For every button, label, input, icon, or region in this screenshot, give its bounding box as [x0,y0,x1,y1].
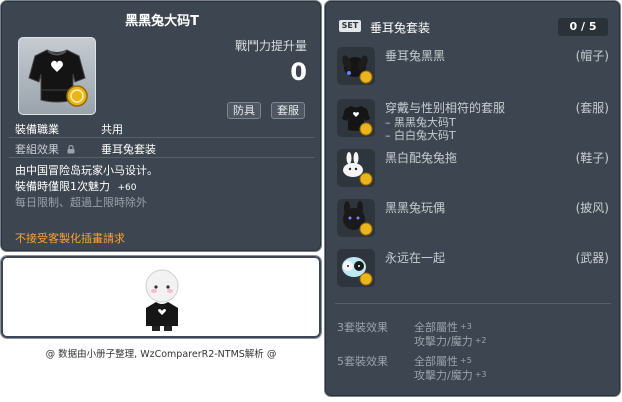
set-piece-cape: 黑黑兔玩偶 (披风) [337,197,617,237]
job-label: 裝備職業 [15,123,59,136]
weapon-icon [337,249,375,287]
divider [9,137,315,138]
set-piece-category: (武器) [575,251,609,265]
set-effect-stat-value: +3 [460,322,472,331]
set-count: 0 / 5 [558,18,608,36]
set-piece-name: 黑白配兔兔拖 [385,151,458,165]
set-piece-category: (帽子) [575,49,609,63]
item-tooltip-panel: 黑黑兔大码T 戰鬥力提升量 0 防具 套服 裝備職業 共用 套組效果 垂耳兔套装… [0,0,322,252]
set-effect-stat: 攻擊力/魔力 [414,335,473,348]
set-piece-shoes: 黑白配兔兔拖 (鞋子) [337,147,617,187]
set-effect-line: 攻擊力/魔力 +2 [414,333,487,349]
charm-bonus: +60 [117,183,137,193]
power-value: 0 [290,58,307,86]
power-label: 戰鬥力提升量 [234,39,307,53]
tag-armor: 防具 [227,102,261,119]
bunny-slipper-icon [337,149,375,187]
job-value: 共用 [101,123,123,136]
set-piece-hat: 垂耳兔黑黑 (帽子) [337,45,617,85]
set-name: 垂耳兔套装 [370,21,431,35]
shirt-icon [28,49,88,107]
set-total-count: / 5 [580,20,597,33]
set-row: 套組效果 垂耳兔套装 [15,141,156,157]
set-effect-label: 5套裝效果 [337,355,388,368]
set-info-panel: SET 垂耳兔套装 0 / 5 垂耳兔黑黑 (帽子) 穿戴与性别相符的套服 – … [324,0,621,397]
set-piece-name: 永远在一起 [385,251,446,265]
item-icon-frame [18,37,96,115]
character-avatar [145,269,179,331]
set-owned-count: 0 [569,20,578,33]
set-effect-stat-value: +3 [474,370,487,379]
customization-warning: 不接受客製化插畫請求 [15,232,125,245]
limit-line: 每日限制、超過上限時除外 [15,196,147,209]
tag-suit: 套服 [271,102,305,119]
set-piece-category: (鞋子) [575,151,609,165]
item-name: 黑黑兔大码T [125,14,199,29]
coin-icon [66,85,88,107]
set-piece-weapon: 永远在一起 (武器) [337,247,617,287]
set-badge: SET [339,20,361,32]
set-piece-category: (套服) [575,101,609,115]
set-effect-value: 垂耳兔套装 [101,143,156,156]
item-desc-line: 由中国冒险岛玩家小马设计。 [15,164,158,177]
plush-cape-icon [337,199,375,237]
hat-icon [337,47,375,85]
character-preview-panel [0,255,322,339]
set-effect-label: 3套裝效果 [337,321,388,334]
divider [335,303,611,304]
set-piece-category: (披风) [575,201,609,215]
set-effect-stat-value: +2 [474,336,487,345]
set-effect-stat: 攻擊力/魔力 [414,369,473,382]
set-effect-label: 套組效果 [15,143,59,156]
set-piece-outfit: 穿戴与性别相符的套服 – 黑黑兔大码T – 白白兔大码T (套服) [337,97,617,142]
lock-icon [67,145,74,154]
set-effect-stat-value: +5 [460,356,472,365]
credit-text: @ 数据由小册子整理, WzComparerR2-NTMS解析 @ [45,349,277,360]
divider [9,157,315,158]
set-piece-name: 黑黑兔玩偶 [385,201,446,215]
charm-line: 裝備時僅限1次魅力 +60 [15,178,137,194]
shirt-icon [337,99,375,137]
set-piece-name: 垂耳兔黑黑 [385,49,446,63]
set-piece-variant: – 白白兔大码T [385,129,456,142]
job-row: 裝備職業 共用 [15,121,123,137]
charm-text: 裝備時僅限1次魅力 [15,180,110,193]
set-effect-line: 攻擊力/魔力 +3 [414,367,487,383]
